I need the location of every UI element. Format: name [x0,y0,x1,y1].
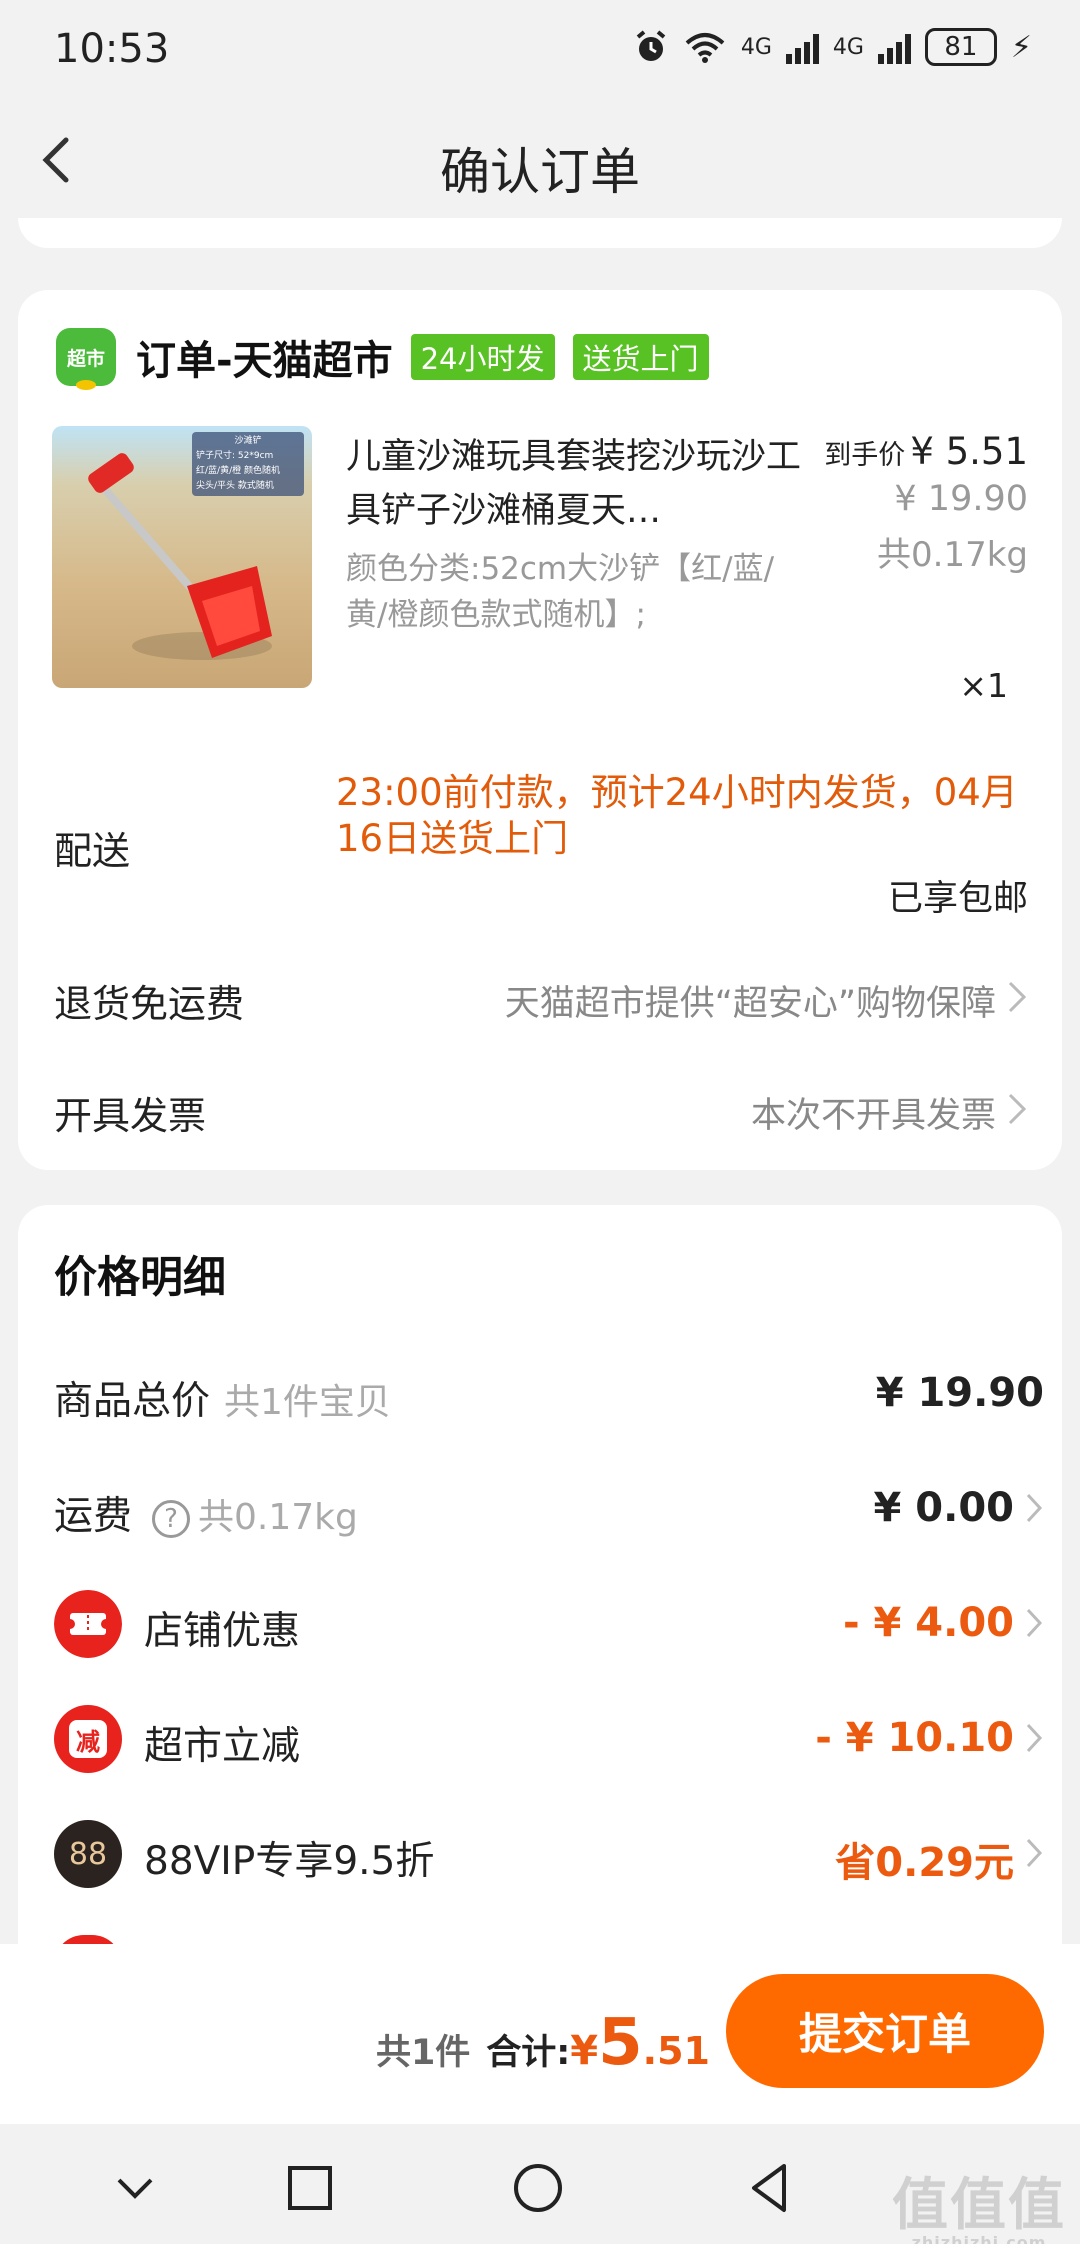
watermark-url: zhizhizhi.com [911,2233,1047,2244]
ticket-icon [54,1590,122,1658]
goods-count: 共1件宝贝 [224,1382,391,1423]
total-decimal: .51 [642,2029,710,2073]
item-count: 共1件 [375,2033,471,2073]
free-shipping-note: 已享包邮 [887,879,1028,919]
goods-total-amount: ¥ 19.90 [875,1370,1044,1416]
goods-total-label-group: 商品总价 共1件宝贝 [54,1370,391,1426]
original-price: ¥ 19.90 [894,479,1028,519]
vip-saving-amount: 省0.29元 [835,1840,1014,1886]
charging-icon: ⚡ [1010,29,1032,65]
watermark-text: 值值值 [892,2173,1066,2238]
chevron-right-icon [1026,1723,1043,1753]
discount-icon: 减 [54,1705,122,1773]
shipping-info: 23:00前付款，预计24小时内发货，04月16日送货上门 [336,771,1018,860]
product-image[interactable]: 沙滩铲 铲子尺寸: 52*9cm 红/蓝/黄/橙 颜色随机 尖头/平头 款式随机 [52,426,312,688]
tag-home-delivery: 送货上门 [572,334,709,380]
shipping-weight: 共0.17kg [198,1497,358,1538]
product-price-block: 到手价 ¥ 5.51 ¥ 19.90 共0.17kg [824,430,1028,576]
alarm-icon [636,30,666,61]
vip-discount-label: 88VIP专享9.5折 [144,1839,435,1884]
nav-hide-icon[interactable] [105,2158,165,2218]
total-currency: ¥ [570,2028,599,2074]
status-time: 10:53 [54,26,170,72]
signal-icon-2 [877,30,911,64]
shipping-label: 配送 [54,829,131,873]
nav-back-icon[interactable] [740,2158,800,2218]
price-row-88vip[interactable]: 88 88VIP专享9.5折 省0.29元 [54,1820,1044,1890]
product-title[interactable]: 儿童沙滩玩具套装挖沙玩沙工具铲子沙滩桶夏天… [346,430,806,538]
store-header: 超市 订单-天猫超市 24小时发 送货上门 [56,328,709,390]
price-row-supermarket-discount[interactable]: 减 超市立减 - ¥ 10.10 [54,1705,1044,1775]
shipping-fee-label-group: 运费? 共0.17kg [54,1485,358,1541]
invoice-label: 开具发票 [54,1094,207,1138]
store-name: 订单-天猫超市 [136,338,393,384]
address-card-edge [18,218,1062,248]
sand-shovel-icon [88,453,272,660]
tag-24h-shipping: 24小时发 [410,334,555,380]
price-detail-card: 价格明细 商品总价 共1件宝贝 ¥ 19.90 运费? 共0.17kg ¥ 0.00… [18,1205,1062,1965]
order-total: 共1件 合计:¥5.51 [376,2006,710,2080]
returns-label: 退货免运费 [54,982,245,1026]
nav-bar: 确认订单 [0,110,1080,210]
signal-icon-1 [785,30,819,64]
chevron-right-icon [1026,1838,1043,1868]
shipping-fee-label: 运费 [54,1494,133,1539]
chevron-right-icon [1026,1608,1043,1638]
store-discount-amount: - ¥ 4.00 [843,1600,1014,1646]
price-row-goods-total: 商品总价 共1件宝贝 ¥ 19.90 [54,1360,1044,1430]
nav-recents-icon[interactable] [280,2158,340,2218]
order-card: 超市 订单-天猫超市 24小时发 送货上门 沙滩铲 铲子尺寸: 52*9cm 红… [18,290,1062,1170]
goods-total-label: 商品总价 [54,1379,211,1424]
invoice-value: 本次不开具发票 [750,1096,996,1136]
final-price: ¥ 5.51 [910,430,1028,473]
vip-88-icon: 88 [54,1820,122,1888]
discount-icon-text: 减 [69,1720,107,1758]
page-title: 确认订单 [440,143,640,201]
total-label: 合计: [486,2033,571,2073]
watermark: 值值值 zhizhizhi.com [892,2160,1066,2244]
returns-value: 天猫超市提供“超安心”购物保障 [504,984,996,1024]
chevron-right-icon [1026,1493,1043,1523]
network-type-2: 4G [832,34,864,60]
total-integer: 5 [598,2006,643,2080]
tmall-supermarket-logo: 超市 [56,328,116,390]
status-icons: 4G 4G 81 ⚡ [633,28,1032,66]
submit-order-button[interactable]: 提交订单 [726,1974,1044,2088]
wifi-icon [685,33,725,63]
store-discount-label: 店铺优惠 [144,1609,301,1654]
product-quantity[interactable]: ×1 [959,666,1008,705]
chevron-right-icon [1008,1093,1027,1125]
product-weight: 共0.17kg [877,535,1028,575]
supermarket-discount-label: 超市立减 [144,1724,301,1769]
price-detail-title: 价格明细 [54,1253,226,1303]
checkout-bar: 共1件 合计:¥5.51 提交订单 [0,1944,1080,2124]
network-type-1: 4G [740,34,772,60]
shipping-fee-amount: ¥ 0.00 [873,1485,1014,1531]
help-icon[interactable]: ? [152,1499,191,1538]
supermarket-discount-amount: - ¥ 10.10 [815,1715,1014,1761]
final-price-label: 到手价 [824,440,906,471]
battery-icon: 81 [924,28,997,66]
status-bar: 10:53 4G 4G 81 ⚡ [0,0,1080,100]
price-row-shipping-fee[interactable]: 运费? 共0.17kg ¥ 0.00 [54,1475,1044,1545]
nav-home-icon[interactable] [508,2158,568,2218]
chevron-right-icon [1008,981,1027,1013]
price-row-store-discount[interactable]: 店铺优惠 - ¥ 4.00 [54,1590,1044,1660]
product-sku: 颜色分类:52cm大沙铲【红/蓝/黄/橙颜色款式随机】; [346,551,775,633]
